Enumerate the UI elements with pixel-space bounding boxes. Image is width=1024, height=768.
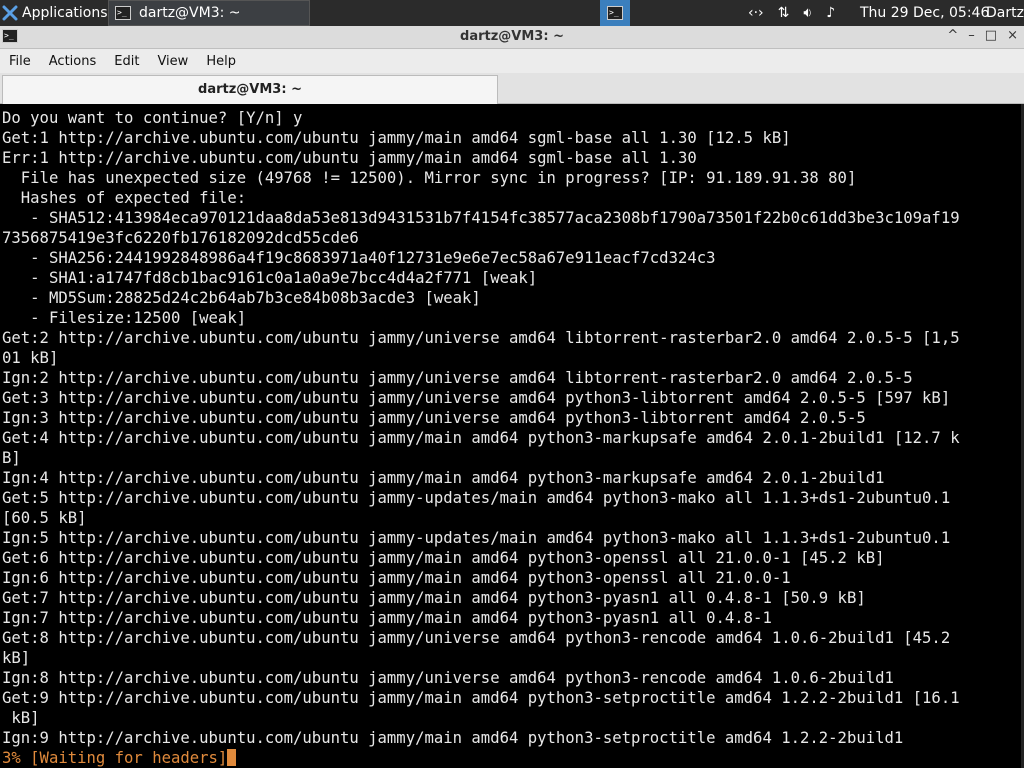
progress-line: 3% [Waiting for headers] <box>2 748 1024 768</box>
window-titlebar[interactable]: >_ dartz@VM3: ~ ^ – □ × <box>0 26 1024 49</box>
menu-edit[interactable]: Edit <box>105 54 148 69</box>
shade-window-button[interactable]: ^ <box>947 28 958 43</box>
terminal-line: Ign:6 http://archive.ubuntu.com/ubuntu j… <box>2 569 791 587</box>
terminal-line: Get:6 http://archive.ubuntu.com/ubuntu j… <box>2 549 885 567</box>
terminal-line: Do you want to continue? [Y/n] y <box>2 109 303 127</box>
terminal-line: Get:7 http://archive.ubuntu.com/ubuntu j… <box>2 589 866 607</box>
applications-label: Applications <box>22 5 108 21</box>
maximize-button[interactable]: □ <box>985 28 997 43</box>
terminal-line: Get:2 http://archive.ubuntu.com/ubuntu j… <box>2 329 960 347</box>
network-transfer-icon[interactable]: ⇅ <box>778 5 790 21</box>
terminal-line: - SHA512:413984eca970121daa8da53e813d943… <box>2 209 960 227</box>
top-panel: Applications >_ dartz@VM3: ~ >_ ‹·› ⇅ 🔉︎… <box>0 0 1024 26</box>
terminal-line: Get:9 http://archive.ubuntu.com/ubuntu j… <box>2 689 960 707</box>
terminal-line: 01 kB] <box>2 349 59 367</box>
tab-bar: dartz@VM3: ~ <box>0 73 1024 104</box>
terminal-line: Hashes of expected file: <box>2 189 247 207</box>
terminal-line: Get:1 http://archive.ubuntu.com/ubuntu j… <box>2 129 791 147</box>
terminal-line: - Filesize:12500 [weak] <box>2 309 247 327</box>
window-title: dartz@VM3: ~ <box>460 29 564 44</box>
taskbar-terminal-launcher[interactable]: >_ <box>600 0 630 26</box>
terminal-line: Get:5 http://archive.ubuntu.com/ubuntu j… <box>2 489 951 507</box>
terminal-line: Get:3 http://archive.ubuntu.com/ubuntu j… <box>2 389 951 407</box>
menu-view[interactable]: View <box>148 54 197 69</box>
terminal-line: 7356875419e3fc6220fb176182092dcd55cde6 <box>2 229 359 247</box>
terminal-line: - SHA256:2441992848986a4f19c8683971a40f1… <box>2 249 716 267</box>
menu-help[interactable]: Help <box>197 54 245 69</box>
terminal-cursor <box>227 749 237 766</box>
taskbar-terminal-button[interactable]: >_ dartz@VM3: ~ <box>108 0 310 26</box>
terminal-line: Ign:4 http://archive.ubuntu.com/ubuntu j… <box>2 469 885 487</box>
terminal-line: Ign:5 http://archive.ubuntu.com/ubuntu j… <box>2 529 951 547</box>
menu-file[interactable]: File <box>0 54 40 69</box>
volume-icon[interactable]: 🔉︎ <box>803 5 812 21</box>
terminal-line: Err:1 http://archive.ubuntu.com/ubuntu j… <box>2 149 697 167</box>
terminal-line: File has unexpected size (49768 != 12500… <box>2 169 857 187</box>
terminal-line: kB] <box>2 709 40 727</box>
notification-bell-icon[interactable]: ♪ <box>826 5 835 21</box>
terminal-output[interactable]: Do you want to continue? [Y/n] y Get:1 ht… <box>0 104 1024 768</box>
terminal-line: Ign:2 http://archive.ubuntu.com/ubuntu j… <box>2 369 913 387</box>
menu-actions[interactable]: Actions <box>40 54 106 69</box>
terminal-icon: >_ <box>607 6 623 20</box>
terminal-line: Ign:9 http://archive.ubuntu.com/ubuntu j… <box>2 729 904 747</box>
taskbar-terminal-label: dartz@VM3: ~ <box>139 5 241 21</box>
terminal-line: [60.5 kB] <box>2 509 87 527</box>
terminal-line: kB] <box>2 649 31 667</box>
clock[interactable]: Thu 29 Dec, 05:46 <box>860 0 989 26</box>
menubar: File Actions Edit View Help <box>0 49 1024 73</box>
close-button[interactable]: × <box>1007 28 1018 43</box>
xfce-logo-icon <box>2 5 18 21</box>
terminal-line: Get:8 http://archive.ubuntu.com/ubuntu j… <box>2 629 951 647</box>
tab-terminal[interactable]: dartz@VM3: ~ <box>2 75 498 104</box>
terminal-line: Ign:8 http://archive.ubuntu.com/ubuntu j… <box>2 669 894 687</box>
user-menu[interactable]: Dartz <box>986 0 1024 26</box>
terminal-line: Ign:3 http://archive.ubuntu.com/ubuntu j… <box>2 409 866 427</box>
applications-menu[interactable]: Applications <box>0 0 108 26</box>
terminal-icon: >_ <box>115 6 131 20</box>
terminal-line: B] <box>2 449 21 467</box>
terminal-lines: Do you want to continue? [Y/n] y Get:1 ht… <box>2 108 1024 748</box>
progress-text: 3% [Waiting for headers] <box>2 749 228 767</box>
window-controls: ^ – □ × <box>947 28 1018 43</box>
terminal-line: - MD5Sum:28825d24c2b64ab7b3ce84b08b3acde… <box>2 289 481 307</box>
network-arrows-icon[interactable]: ‹·› <box>748 5 764 21</box>
system-tray: ‹·› ⇅ 🔉︎ ♪ <box>748 0 835 26</box>
terminal-line: Ign:7 http://archive.ubuntu.com/ubuntu j… <box>2 609 772 627</box>
terminal-line: Get:4 http://archive.ubuntu.com/ubuntu j… <box>2 429 960 447</box>
minimize-button[interactable]: – <box>968 28 975 43</box>
terminal-line: - SHA1:a1747fd8cb1bac9161c0a1a0a9e7bcc4d… <box>2 269 538 287</box>
